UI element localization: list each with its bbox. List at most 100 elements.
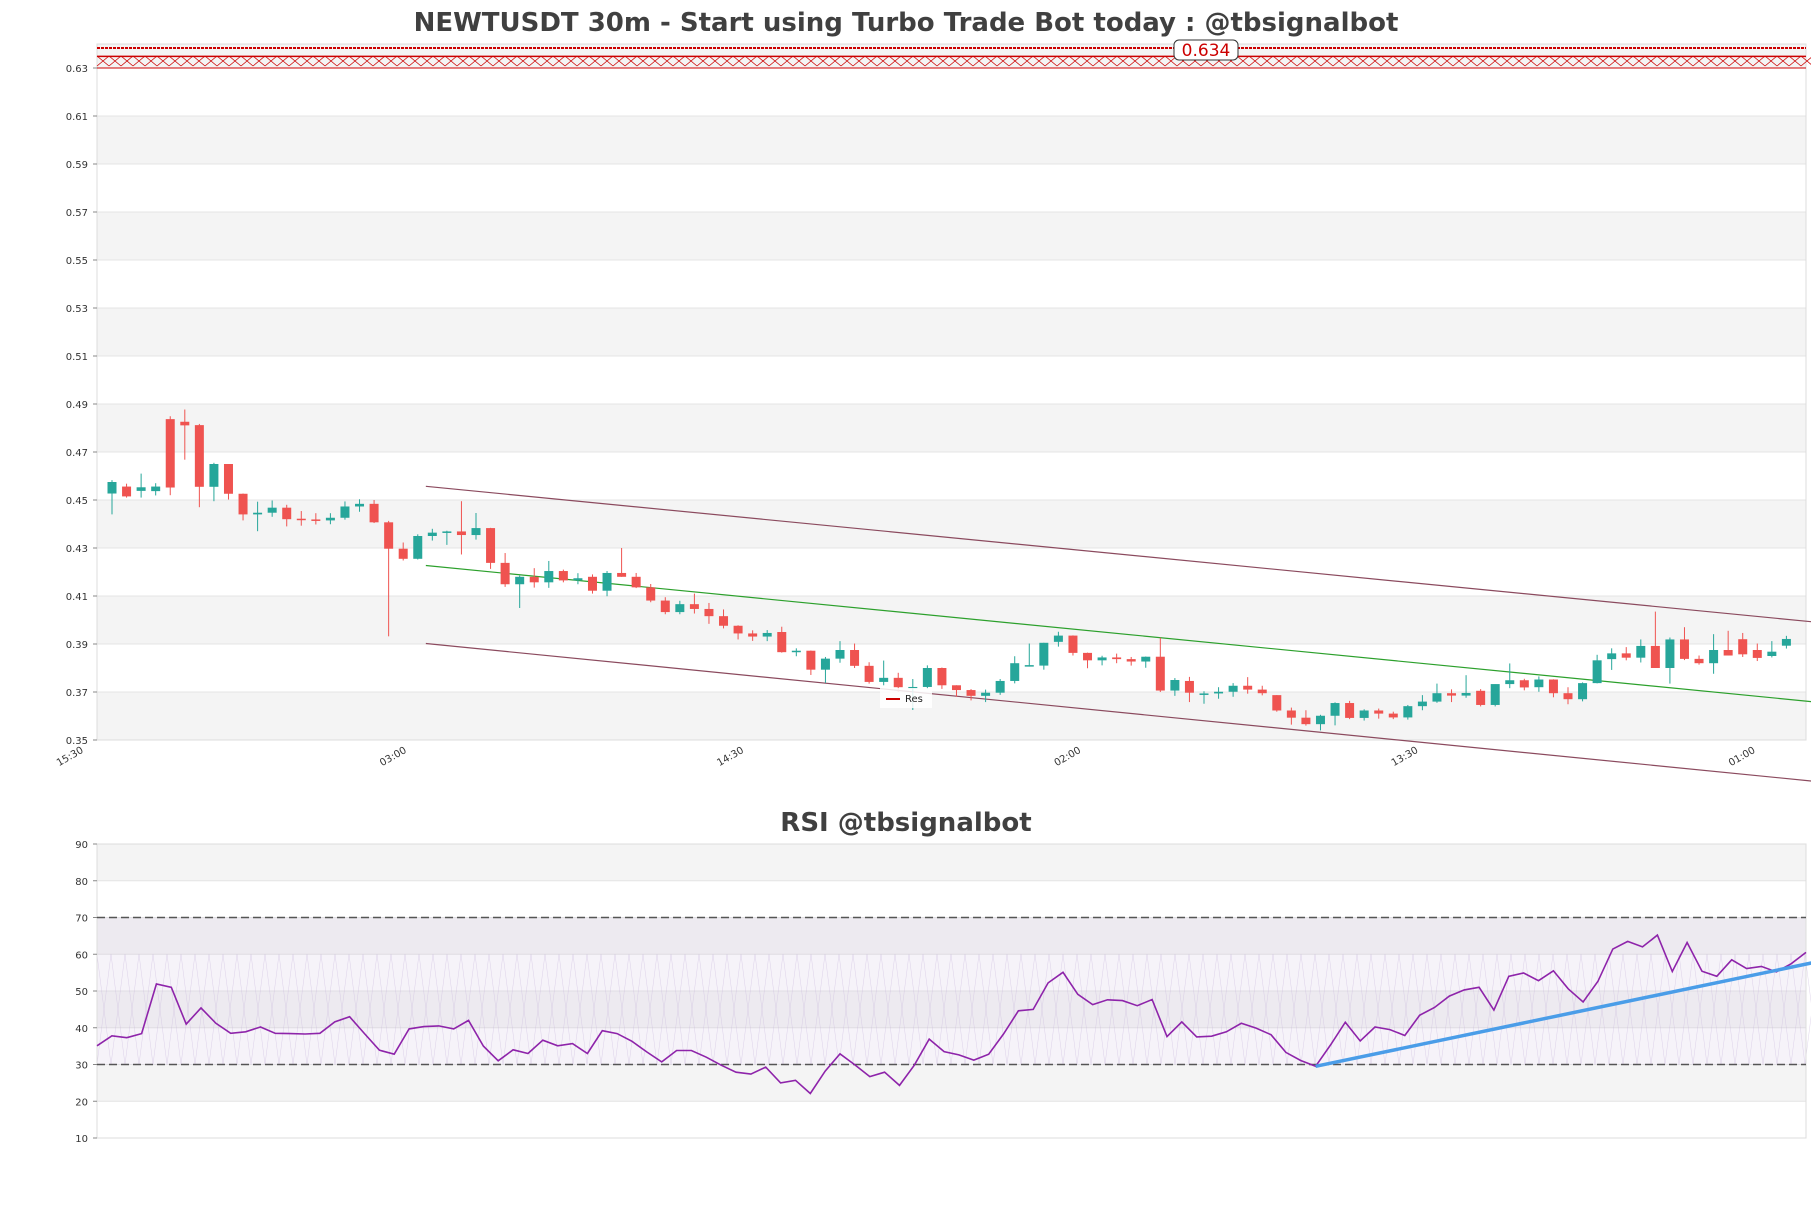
candle-body [355, 503, 365, 507]
candle-body [267, 507, 277, 513]
candle-body [165, 419, 175, 488]
price-y-tick-label: 0.49 [66, 400, 88, 411]
chart-canvas: NEWTUSDT 30m - Start using Turbo Trade B… [55, 8, 1811, 1145]
candle-body [1694, 658, 1704, 664]
candle-body [1461, 692, 1471, 696]
rsi-y-tick-label: 30 [75, 1061, 88, 1072]
candle-body [1781, 638, 1791, 646]
candle-body [893, 677, 903, 688]
rsi-chart: 10 20 30 40 50 60 70 80 90 [75, 840, 1811, 1145]
candle-body [835, 650, 845, 659]
candle-body [689, 604, 699, 609]
candle-body [1709, 650, 1719, 664]
candle-body [107, 482, 117, 494]
candle-body [573, 578, 583, 581]
candle-body [1039, 642, 1049, 666]
candle-body [311, 519, 321, 521]
candle-body [617, 572, 627, 577]
candle-body [1315, 715, 1325, 725]
candle-body [1578, 683, 1588, 700]
candle-body [1068, 635, 1078, 653]
price-x-tick-label: 14:30 [715, 745, 745, 769]
candle-body [981, 692, 991, 696]
candle-body [1519, 680, 1529, 688]
candle-body [951, 685, 961, 691]
candle-body [1738, 639, 1748, 655]
candle-body [1432, 693, 1442, 702]
candle-body [456, 531, 466, 536]
candle-body [762, 632, 772, 637]
candle-body [122, 486, 132, 497]
price-y-tick-label: 0.51 [66, 352, 88, 363]
candle-body [1112, 657, 1122, 660]
price-y-tick-label: 0.59 [66, 160, 88, 171]
candle-body [413, 536, 423, 559]
price-y-tick-label: 0.39 [66, 640, 88, 651]
price-y-tick-label: 0.45 [66, 496, 88, 507]
price-x-tick-label: 02:00 [1053, 745, 1083, 769]
candle-body [820, 658, 830, 670]
candle-body [1403, 706, 1413, 718]
price-y-tick-label: 0.43 [66, 544, 88, 555]
candle-body [1534, 679, 1544, 688]
candle-body [1199, 693, 1209, 695]
candle-body [806, 650, 816, 670]
candle-body [1053, 635, 1063, 642]
candle-body [151, 486, 161, 492]
candle-body [325, 517, 335, 521]
candle-body [180, 421, 190, 426]
candle-body [558, 571, 568, 581]
candle-body [1767, 651, 1777, 656]
candle-body [253, 512, 263, 515]
candle-body [1170, 680, 1180, 691]
candle-body [1679, 639, 1689, 659]
candle-body [427, 532, 437, 536]
candle-body [1636, 645, 1646, 658]
candle-body [1476, 690, 1486, 705]
candle-body [1563, 693, 1573, 700]
price-chart-title: NEWTUSDT 30m - Start using Turbo Trade B… [414, 8, 1399, 38]
candle-body [486, 528, 496, 563]
price-y-tick-label: 0.61 [66, 112, 88, 123]
candle-body [791, 650, 801, 653]
candle-body [1024, 665, 1034, 667]
rsi-grid-band [97, 1064, 1806, 1102]
rsi-y-tick-label: 50 [75, 987, 88, 998]
candle-body [1330, 703, 1340, 716]
candle-body [471, 528, 481, 536]
candle-body [398, 548, 408, 559]
price-x-tick-label: 03:00 [378, 745, 408, 769]
rsi-neutral-zone [97, 917, 1806, 1065]
candle-body [515, 576, 525, 585]
rsi-y-tick-label: 70 [75, 914, 88, 925]
candle-body [1665, 639, 1675, 668]
rsi-y-tick-label: 20 [75, 1097, 88, 1108]
rsi-grid-band [97, 844, 1806, 881]
candle-body [719, 616, 729, 626]
candle-body [442, 531, 452, 533]
price-grid-band [97, 692, 1806, 740]
candle-body [1417, 701, 1427, 707]
price-legend: Res [880, 688, 932, 708]
candle-body [1592, 660, 1602, 684]
candle-body [1083, 652, 1093, 661]
candle-body [282, 507, 292, 520]
candle-body [1214, 691, 1224, 694]
price-grid-band [97, 308, 1806, 356]
candle-body [602, 572, 612, 591]
candle-body [369, 503, 379, 523]
candle-body [1723, 650, 1733, 656]
candle-body [223, 464, 233, 494]
candle-body [1155, 656, 1165, 691]
price-y-tick-label: 0.37 [66, 688, 88, 699]
price-y-tick-label: 0.55 [66, 256, 88, 267]
price-grid-band [97, 116, 1806, 164]
candle-body [1374, 710, 1384, 714]
candle-body [995, 680, 1005, 693]
candle-body [879, 677, 889, 682]
candle-body [544, 571, 554, 583]
candle-body [194, 425, 204, 487]
rsi-y-tick-label: 40 [75, 1024, 88, 1035]
candle-body [340, 506, 350, 518]
candle-body [1010, 663, 1020, 681]
